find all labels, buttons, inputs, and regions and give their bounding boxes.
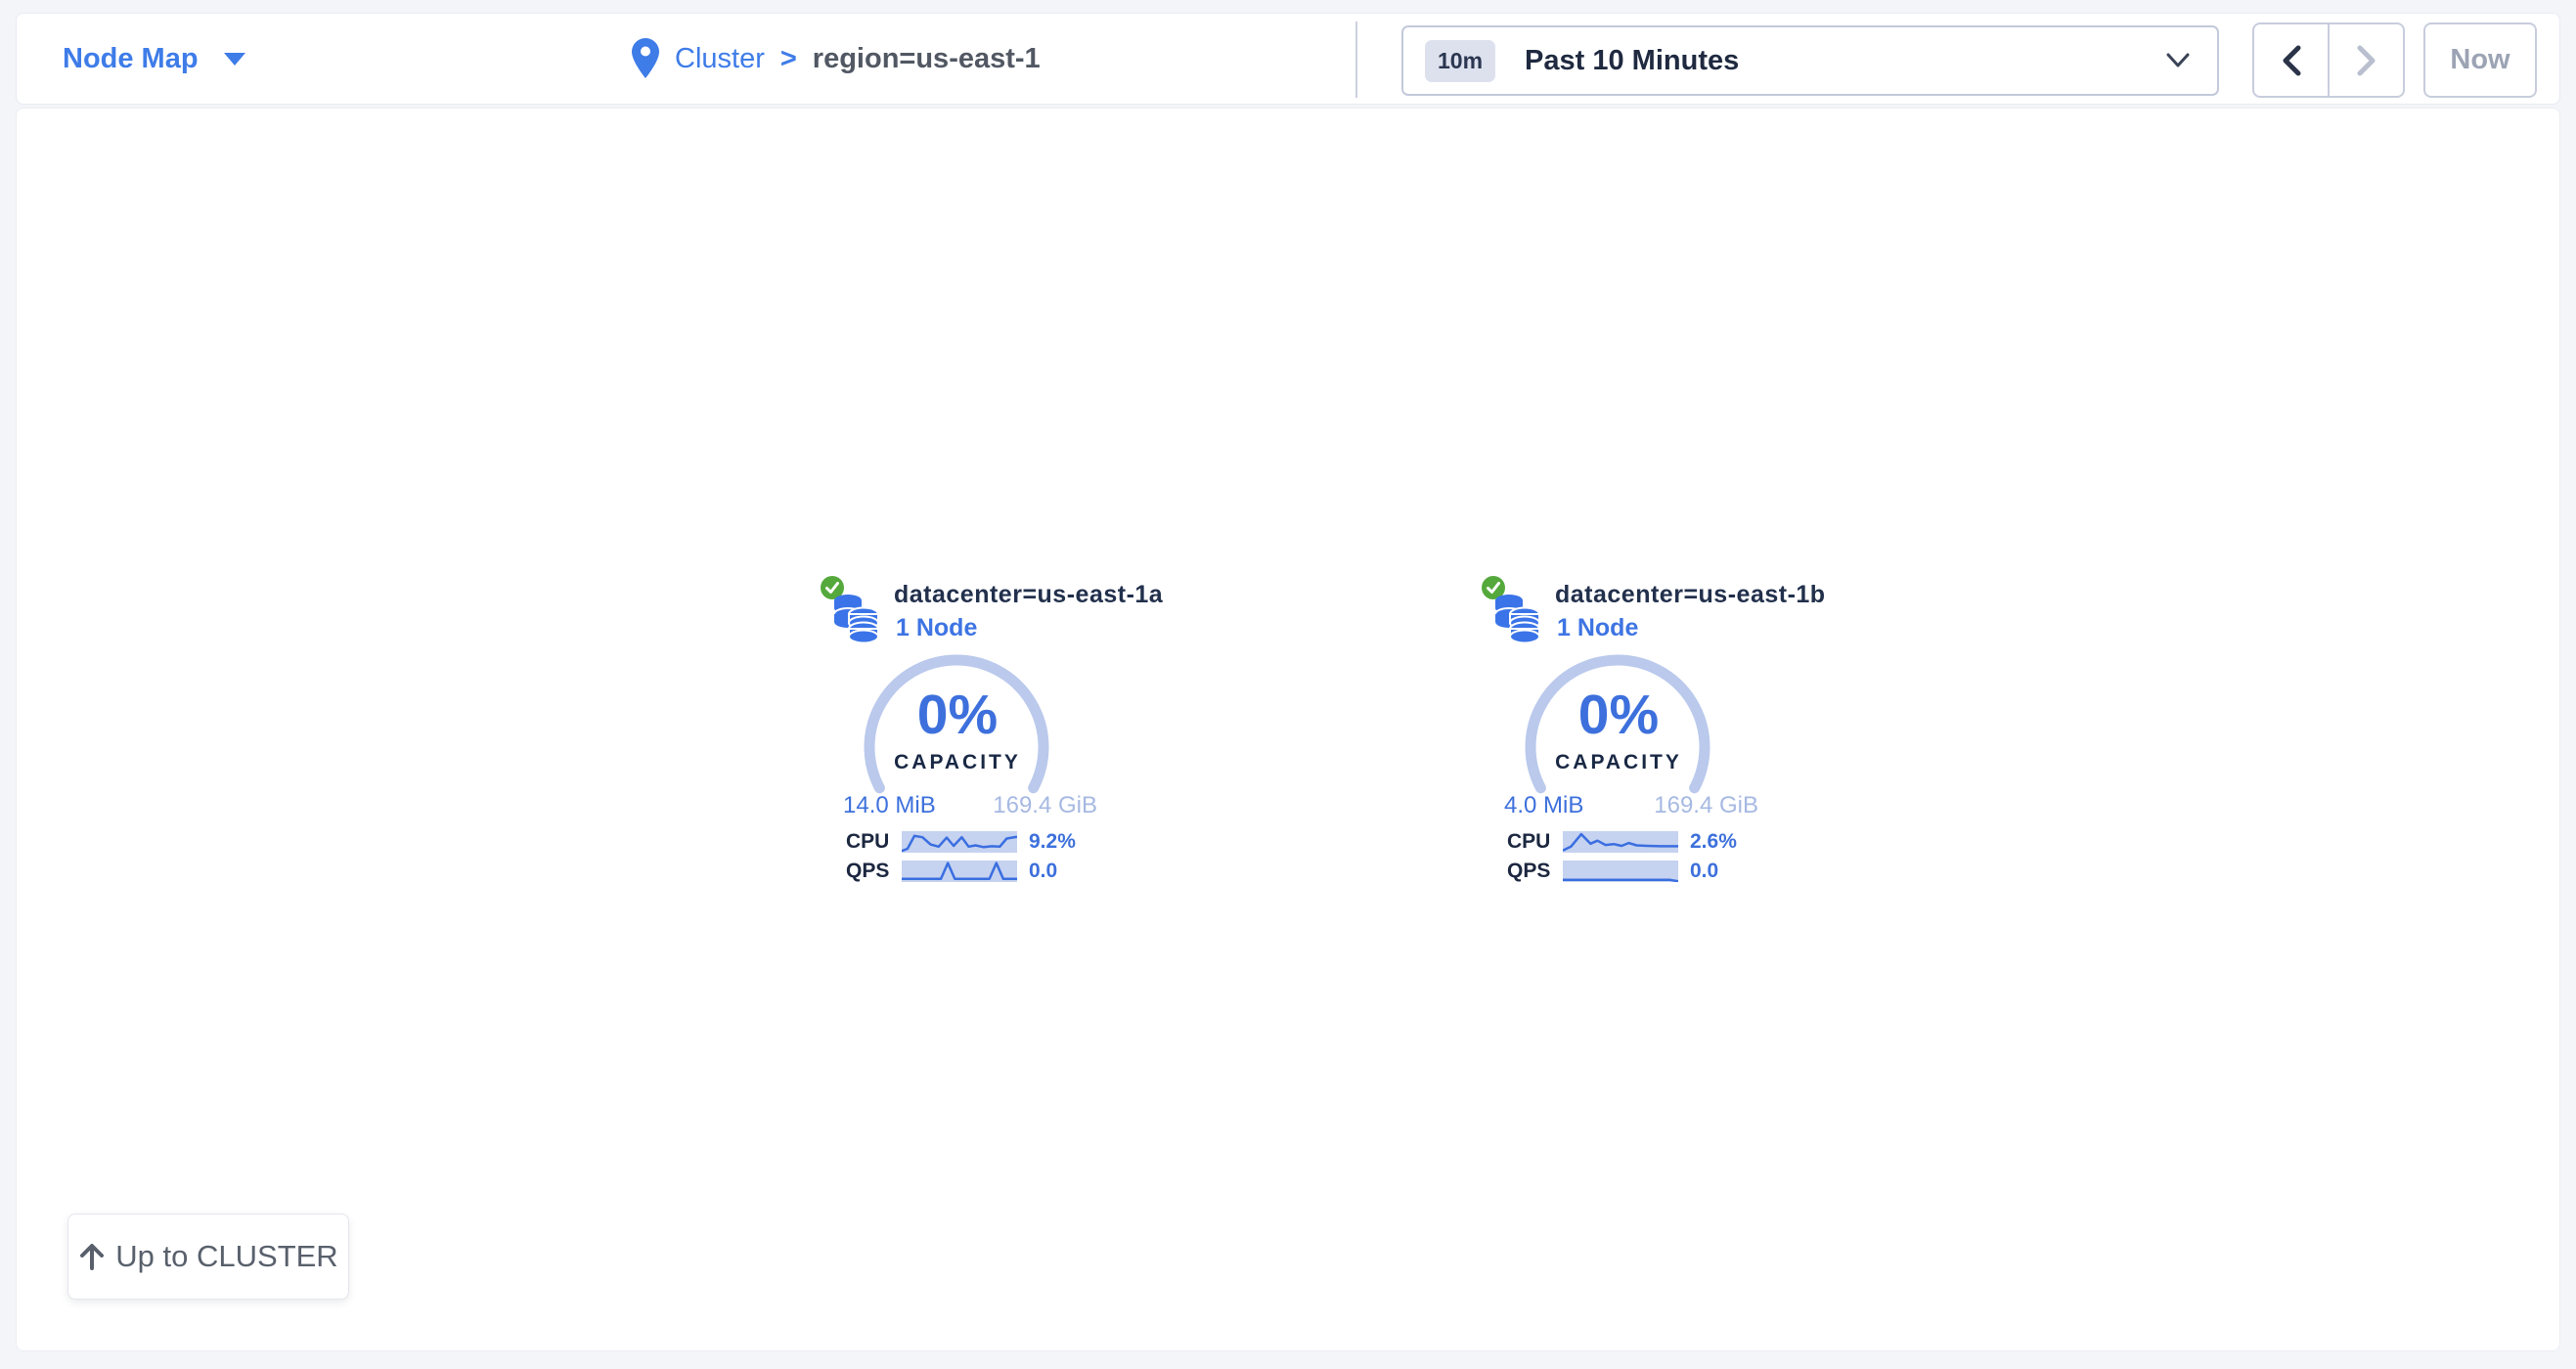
capacity-percentage: 0%	[1481, 683, 1756, 747]
next-time-button[interactable]	[2328, 24, 2403, 96]
node-map-canvas	[16, 108, 2560, 1351]
capacity-used: 4.0 MiB	[1504, 792, 1583, 819]
view-switcher-dropdown[interactable]: Node Map	[63, 14, 245, 104]
up-to-cluster-label: Up to CLUSTER	[115, 1239, 337, 1274]
time-step-buttons	[2252, 22, 2405, 98]
chevron-down-icon	[2166, 53, 2190, 68]
caret-down-icon	[224, 53, 245, 66]
breadcrumb: Cluster > region=us-east-1	[632, 14, 1041, 104]
qps-sparkline	[902, 861, 1017, 882]
cpu-label: CPU	[846, 830, 889, 854]
time-range-badge: 10m	[1425, 40, 1495, 82]
capacity-percentage: 0%	[820, 683, 1095, 747]
datacenter-title: datacenter=us-east-1a	[894, 581, 1163, 609]
qps-value: 0.0	[1029, 860, 1057, 883]
prev-time-button[interactable]	[2254, 24, 2328, 96]
header-divider	[1355, 22, 1357, 98]
view-switcher-label: Node Map	[63, 43, 199, 75]
time-range-label: Past 10 Minutes	[1525, 45, 1739, 77]
breadcrumb-separator: >	[780, 43, 797, 75]
qps-value: 0.0	[1690, 860, 1718, 883]
up-to-cluster-button[interactable]: Up to CLUSTER	[67, 1214, 349, 1300]
qps-metric-row: QPS 0.0	[1504, 859, 1758, 884]
datacenter-node-count: 1 Node	[1557, 614, 1638, 642]
qps-label: QPS	[1507, 860, 1550, 883]
now-button[interactable]: Now	[2423, 22, 2537, 98]
chevron-right-icon	[2357, 45, 2376, 76]
cpu-sparkline	[902, 831, 1017, 853]
datacenter-card-us-east-1a[interactable]: datacenter=us-east-1a 1 Node 0% CAPACITY…	[820, 575, 1095, 898]
cpu-value: 2.6%	[1690, 830, 1737, 854]
cpu-label: CPU	[1507, 830, 1550, 854]
datacenter-node-count: 1 Node	[896, 614, 977, 642]
cpu-value: 9.2%	[1029, 830, 1076, 854]
breadcrumb-current: region=us-east-1	[813, 43, 1041, 75]
database-stack-icon	[1490, 589, 1543, 643]
database-stack-icon	[829, 589, 882, 643]
chevron-left-icon	[2282, 45, 2301, 76]
qps-label: QPS	[846, 860, 889, 883]
capacity-usage-row: 14.0 MiB 169.4 GiB	[843, 792, 1097, 819]
capacity-usage-row: 4.0 MiB 169.4 GiB	[1504, 792, 1758, 819]
location-pin-icon	[632, 38, 659, 79]
cpu-metric-row: CPU 2.6%	[1504, 829, 1758, 855]
capacity-total: 169.4 GiB	[993, 792, 1097, 819]
arrow-up-icon	[78, 1242, 106, 1271]
time-range-selector[interactable]: 10m Past 10 Minutes	[1401, 25, 2219, 96]
capacity-label: CAPACITY	[820, 751, 1095, 774]
capacity-label: CAPACITY	[1481, 751, 1756, 774]
qps-metric-row: QPS 0.0	[843, 859, 1097, 884]
qps-sparkline	[1563, 861, 1678, 882]
capacity-total: 169.4 GiB	[1654, 792, 1758, 819]
cpu-metric-row: CPU 9.2%	[843, 829, 1097, 855]
capacity-used: 14.0 MiB	[843, 792, 936, 819]
datacenter-title: datacenter=us-east-1b	[1555, 581, 1826, 609]
breadcrumb-cluster-link[interactable]: Cluster	[675, 43, 765, 75]
cpu-sparkline	[1563, 831, 1678, 853]
top-header-bar: Node Map Cluster > region=us-east-1 10m …	[16, 13, 2560, 105]
datacenter-card-us-east-1b[interactable]: datacenter=us-east-1b 1 Node 0% CAPACITY…	[1481, 575, 1756, 898]
